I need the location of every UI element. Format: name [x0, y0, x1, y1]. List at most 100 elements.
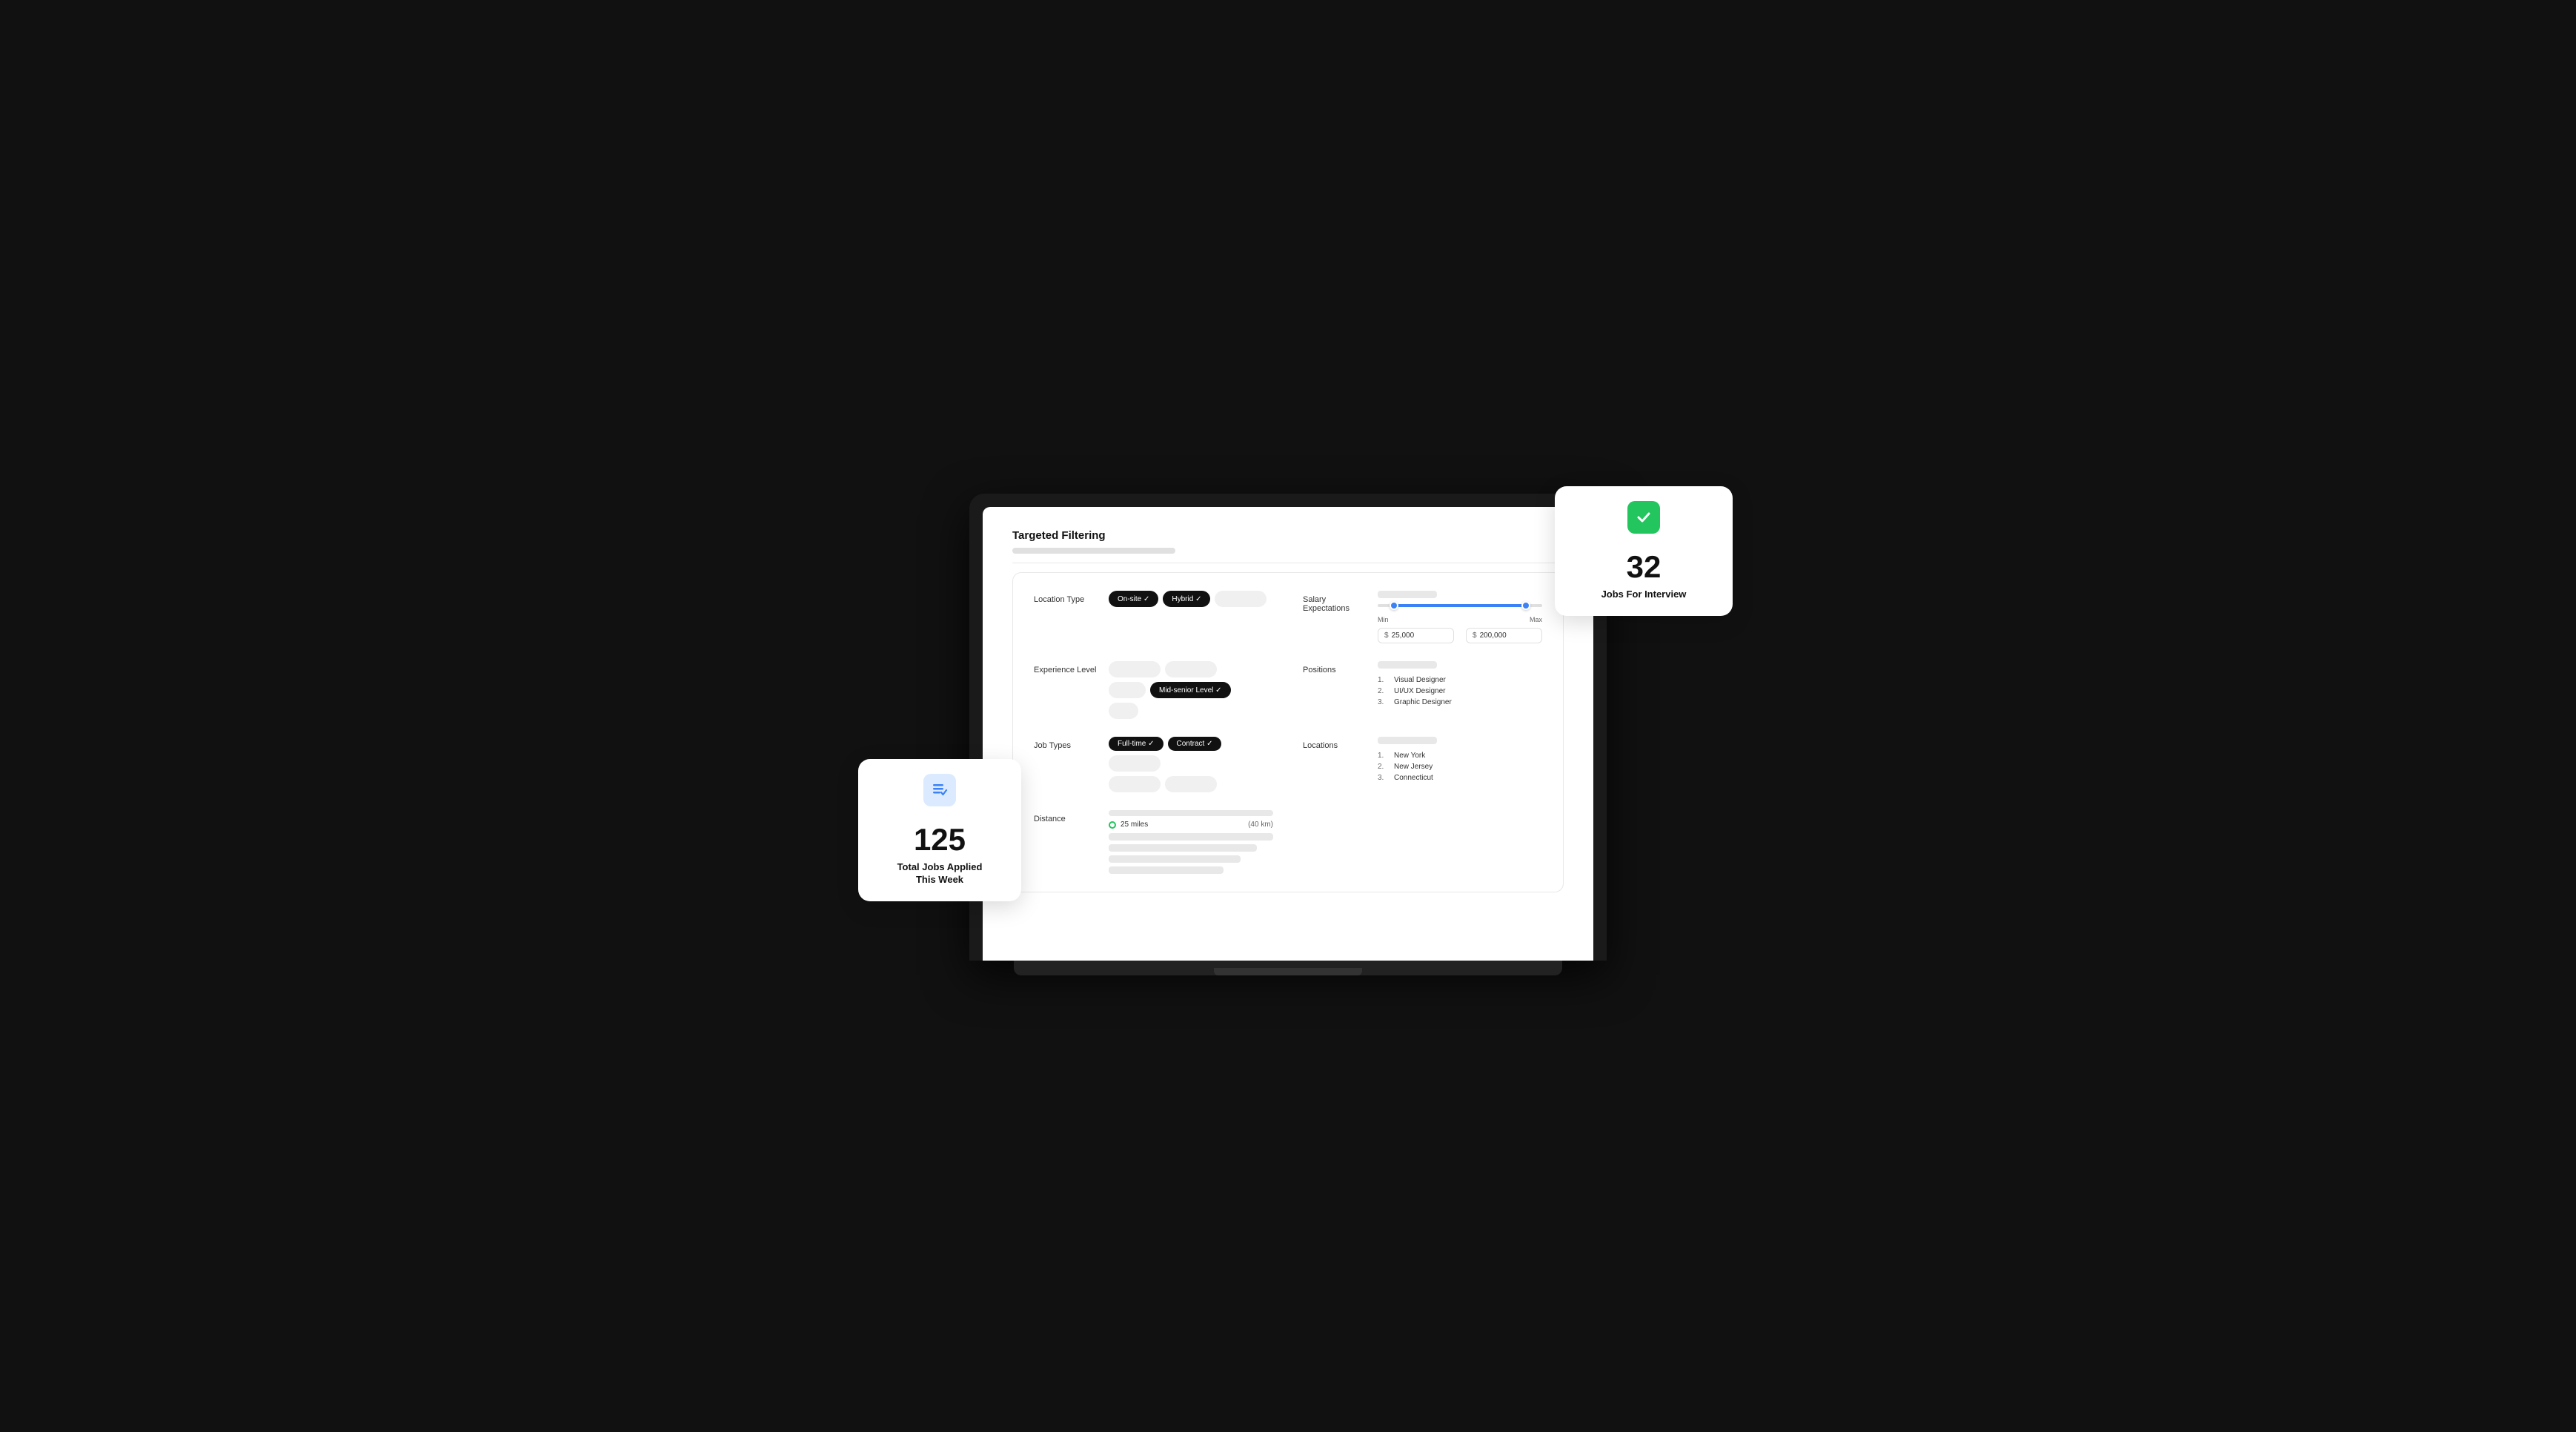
laptop-base-notch — [1214, 968, 1362, 975]
hybrid-tag[interactable]: Hybrid ✓ — [1163, 591, 1210, 607]
location-num: 3. — [1378, 774, 1390, 782]
positions-section: 1. Visual Designer 2. UI/UX Designer 3. — [1378, 661, 1452, 708]
salary-inputs: $ 25,000 $ 200,000 — [1378, 628, 1542, 643]
screen-header: Targeted Filtering — [1012, 529, 1564, 554]
laptop-screen: Targeted Filtering Location Type On-site… — [983, 507, 1593, 961]
screen-content: Targeted Filtering Location Type On-site… — [983, 507, 1593, 961]
laptop: Targeted Filtering Location Type On-site… — [969, 494, 1607, 961]
position-name: Visual Designer — [1394, 676, 1446, 684]
distance-row: Distance 25 miles (40 km) — [1034, 810, 1273, 874]
filter-grid: Location Type On-site ✓ Hybrid ✓ — [1034, 591, 1542, 874]
salary-min-input[interactable]: $ 25,000 — [1378, 628, 1454, 643]
total-jobs-number: 125 — [876, 824, 1003, 855]
laptop-base — [1014, 961, 1562, 975]
locations-section: 1. New York 2. New Jersey 3. — [1378, 737, 1437, 783]
list-item: 1. Visual Designer — [1378, 674, 1452, 686]
onsite-label: On-site ✓ — [1118, 595, 1149, 603]
experience-label: Experience Level — [1034, 661, 1097, 674]
exp-ghost-2 — [1165, 661, 1217, 677]
salary-min-label: Min — [1378, 616, 1389, 623]
exp-ghost-3 — [1109, 682, 1146, 698]
distance-ghost-bars — [1109, 833, 1273, 874]
job-ghost-3 — [1165, 776, 1217, 792]
salary-label: Salary Expectations — [1303, 591, 1366, 613]
job-types-controls: Full-time ✓ Contract ✓ — [1109, 737, 1273, 792]
list-item: 2. UI/UX Designer — [1378, 686, 1452, 697]
total-jobs-label: Total Jobs AppliedThis Week — [876, 861, 1003, 886]
position-num: 1. — [1378, 676, 1390, 684]
distance-section: 25 miles (40 km) — [1109, 810, 1273, 874]
positions-label: Positions — [1303, 661, 1366, 674]
total-jobs-card: 125 Total Jobs AppliedThis Week — [858, 759, 1021, 901]
location-type-row: Location Type On-site ✓ Hybrid ✓ — [1034, 591, 1273, 643]
location-type-controls: On-site ✓ Hybrid ✓ — [1109, 591, 1273, 607]
exp-row-1 — [1109, 661, 1231, 677]
card-icon-box — [923, 774, 956, 806]
distance-ghost-1 — [1109, 833, 1273, 841]
salary-thumb-min[interactable] — [1390, 601, 1398, 610]
list-check-icon — [930, 780, 949, 800]
exp-ghost-1 — [1109, 661, 1161, 677]
mid-senior-label: Mid-senior Level ✓ — [1159, 686, 1222, 695]
location-ghost-pill — [1215, 591, 1267, 607]
fulltime-tag[interactable]: Full-time ✓ — [1109, 737, 1163, 751]
salary-ghost-bar — [1378, 591, 1437, 598]
distance-value: 25 miles — [1121, 821, 1148, 829]
location-name: Connecticut — [1394, 774, 1433, 782]
exp-row-2: Mid-senior Level ✓ — [1109, 682, 1231, 698]
experience-row: Experience Level Mid-senior Level ✓ — [1034, 661, 1273, 719]
distance-dot — [1109, 821, 1116, 829]
job-types-row: Job Types Full-time ✓ Contract ✓ — [1034, 737, 1273, 792]
list-item: 1. New York — [1378, 750, 1437, 761]
salary-max-label: Max — [1530, 616, 1542, 623]
position-num: 2. — [1378, 687, 1390, 695]
card-icon-green-box — [1627, 501, 1660, 534]
contract-tag[interactable]: Contract ✓ — [1168, 737, 1222, 751]
locations-row: Locations 1. New York 2. — [1303, 737, 1542, 792]
hybrid-label: Hybrid ✓ — [1172, 595, 1201, 603]
interview-card: 32 Jobs For Interview — [1555, 486, 1733, 616]
locations-label: Locations — [1303, 737, 1366, 750]
salary-max-input[interactable]: $ 200,000 — [1466, 628, 1542, 643]
job-ghost-row — [1109, 776, 1273, 792]
filter-section: Location Type On-site ✓ Hybrid ✓ — [1012, 572, 1564, 892]
list-item: 2. New Jersey — [1378, 761, 1437, 772]
salary-section: Min Max $ 25,000 $ — [1378, 591, 1542, 643]
exp-row-3 — [1109, 703, 1231, 719]
distance-km: (40 km) — [1248, 821, 1273, 829]
interview-label: Jobs For Interview — [1573, 589, 1715, 601]
laptop-notch — [1266, 498, 1310, 505]
distance-indicator: 25 miles (40 km) — [1109, 821, 1273, 829]
salary-labels: Min Max — [1378, 616, 1542, 623]
salary-slider-fill — [1394, 604, 1526, 607]
position-name: Graphic Designer — [1394, 698, 1452, 706]
salary-min-currency: $ — [1384, 632, 1389, 640]
exp-ghost-4 — [1109, 703, 1138, 719]
experience-controls: Mid-senior Level ✓ — [1109, 661, 1231, 719]
job-ghost-1 — [1109, 755, 1161, 772]
interview-number: 32 — [1573, 551, 1715, 583]
distance-ghost-top — [1109, 810, 1273, 816]
salary-row: Salary Expectations Min — [1303, 591, 1542, 643]
job-types-label: Job Types — [1034, 737, 1097, 750]
distance-ghost-3 — [1109, 855, 1241, 863]
location-num: 1. — [1378, 752, 1390, 760]
checkmark-icon — [1634, 508, 1653, 527]
list-item: 3. Graphic Designer — [1378, 697, 1452, 708]
header-progress-bar — [1012, 548, 1175, 554]
onsite-tag[interactable]: On-site ✓ — [1109, 591, 1158, 607]
list-item: 3. Connecticut — [1378, 772, 1437, 783]
job-ghost-2 — [1109, 776, 1161, 792]
location-type-label: Location Type — [1034, 591, 1097, 604]
location-num: 2. — [1378, 763, 1390, 771]
locations-ghost-bar — [1378, 737, 1437, 744]
distance-ghost-2 — [1109, 844, 1257, 852]
mid-senior-tag[interactable]: Mid-senior Level ✓ — [1150, 682, 1231, 698]
fulltime-label: Full-time ✓ — [1118, 740, 1155, 748]
scene: 125 Total Jobs AppliedThis Week Targeted… — [880, 471, 1696, 961]
salary-thumb-max[interactable] — [1521, 601, 1530, 610]
positions-ghost-bar — [1378, 661, 1437, 669]
distance-label: Distance — [1034, 810, 1097, 823]
salary-slider-track[interactable] — [1378, 604, 1542, 607]
contract-label: Contract ✓ — [1177, 740, 1213, 748]
